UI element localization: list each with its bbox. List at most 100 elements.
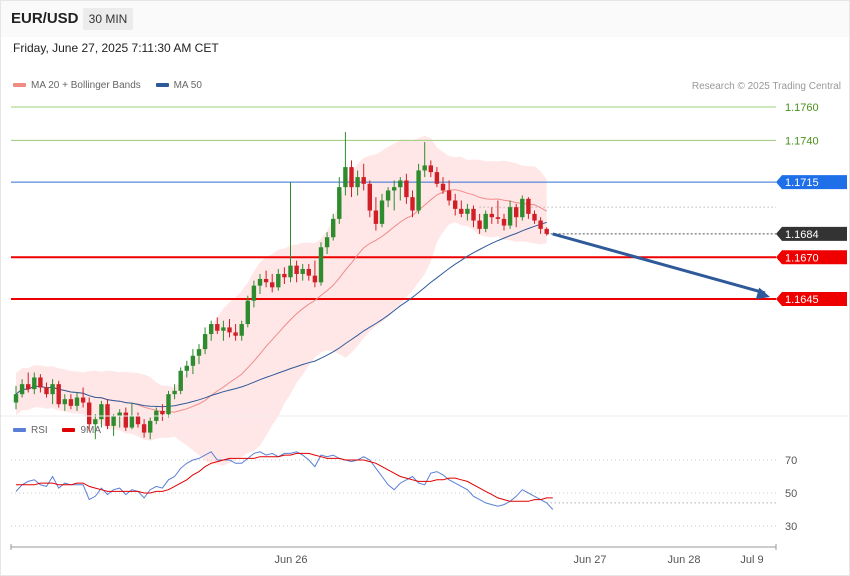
candle-body	[416, 170, 421, 211]
candle-body	[19, 384, 25, 395]
candle-body	[62, 399, 67, 405]
candle-body	[178, 370, 183, 391]
price-label-1.1740: 1.1740	[785, 135, 819, 147]
candle-body	[87, 402, 92, 425]
candle-body	[501, 218, 507, 226]
candle-body	[160, 410, 165, 415]
candle-body	[148, 420, 153, 433]
candle-body	[93, 419, 98, 425]
candle-body	[349, 167, 354, 188]
candle-body	[209, 324, 214, 335]
candle-body	[233, 332, 238, 336]
candle-body	[434, 172, 440, 184]
candle-body	[373, 210, 379, 224]
candle-body	[26, 384, 31, 390]
price-label-1.1645: 1.1645	[785, 294, 819, 306]
candle-body	[68, 399, 74, 406]
candle-body	[422, 165, 427, 171]
candle-body	[477, 220, 482, 229]
candle-body	[507, 207, 513, 226]
candle-body	[483, 213, 488, 229]
candle-body	[263, 278, 269, 283]
candle-body	[172, 390, 177, 395]
x-tick-label: Jun 26	[274, 554, 307, 566]
candle-body	[520, 198, 525, 218]
candle-body	[306, 268, 311, 276]
candle-body	[471, 208, 476, 221]
candle-body	[331, 218, 336, 238]
candle-body	[324, 237, 330, 248]
candle-body	[440, 183, 446, 191]
projection-arrow-head	[755, 287, 770, 300]
candle-body	[105, 404, 110, 426]
candle-body	[495, 217, 501, 219]
candle-body	[343, 167, 348, 188]
candle-body	[392, 187, 397, 191]
candle-body	[355, 177, 360, 188]
candle-body	[239, 324, 244, 336]
candle-body	[544, 228, 549, 234]
candle-body	[404, 180, 409, 198]
candle-body	[74, 397, 80, 406]
candle-body	[312, 275, 318, 283]
candle-body	[184, 365, 189, 371]
candle-body	[123, 412, 128, 428]
candle-body	[117, 412, 122, 416]
candle-body	[111, 415, 116, 426]
candle-body	[453, 200, 458, 209]
candle-body	[276, 273, 281, 288]
candle-body	[398, 180, 403, 188]
candle-body	[13, 394, 19, 403]
candle-body	[50, 384, 55, 395]
candle-body	[166, 394, 171, 415]
candle-body	[428, 165, 433, 173]
candle-body	[465, 208, 470, 214]
candle-body	[270, 282, 275, 288]
candle-body	[282, 273, 287, 278]
rsi-line	[15, 451, 554, 510]
candle-body	[532, 213, 537, 221]
candle-body	[367, 183, 372, 211]
candle-body	[44, 387, 49, 395]
rsi-tick-70: 70	[785, 455, 797, 467]
candle-body	[489, 213, 494, 218]
x-tick-label: Jun 27	[573, 554, 606, 566]
candle-body	[190, 355, 196, 366]
candle-body	[202, 334, 208, 350]
candle-body	[196, 349, 202, 356]
candle-body	[245, 300, 250, 325]
candle-body	[318, 247, 324, 283]
candle-body	[538, 220, 543, 229]
candle-body	[410, 197, 415, 211]
candle-body	[257, 278, 263, 286]
rsi-tick-30: 30	[785, 521, 797, 533]
projection-arrow-line	[552, 232, 766, 295]
candle-body	[215, 324, 220, 331]
candle-body	[38, 377, 43, 388]
price-label-1.1715: 1.1715	[785, 177, 819, 189]
price-label-1.1684: 1.1684	[785, 229, 819, 241]
candle-body	[56, 384, 61, 405]
candle-body	[514, 207, 519, 218]
candle-body	[379, 200, 385, 224]
candle-body	[459, 208, 464, 214]
candle-body	[251, 285, 257, 301]
candle-body	[227, 327, 232, 333]
candle-body	[141, 424, 147, 433]
price-label-1.1670: 1.1670	[785, 252, 819, 264]
candle-body	[221, 327, 226, 331]
candle-body	[288, 265, 293, 278]
candle-body	[300, 268, 305, 274]
chart-canvas: 1.1760 1.1740 1.1715 1.1684 1.1670 1.1645 30 50…	[1, 102, 848, 566]
candle-body	[294, 265, 299, 274]
candle-body	[361, 177, 366, 184]
price-label-1.1760: 1.1760	[785, 102, 819, 114]
candle-body	[337, 187, 342, 219]
candle-body	[99, 404, 104, 420]
candle-body	[385, 190, 391, 201]
candle-body	[32, 377, 37, 390]
candle-body	[526, 198, 531, 214]
rsi-tick-50: 50	[785, 488, 797, 500]
candle-body	[446, 190, 452, 201]
candle-body	[129, 415, 135, 428]
